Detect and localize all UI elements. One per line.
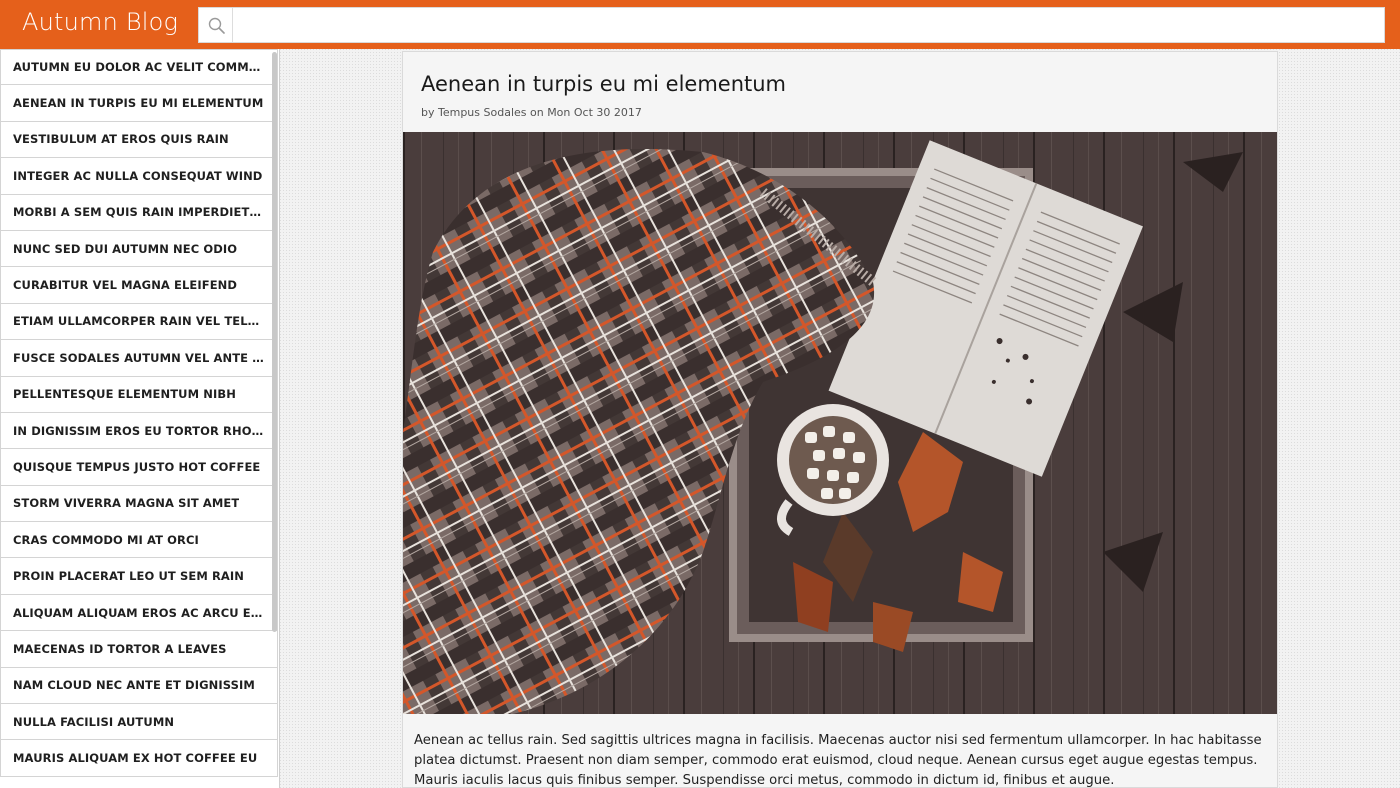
sidebar-item[interactable]: FUSCE SODALES AUTUMN VEL ANTE FINIBUS — [0, 340, 278, 377]
sidebar-item[interactable]: NAM CLOUD NEC ANTE ET DIGNISSIM — [0, 667, 278, 705]
sidebar-item[interactable]: VESTIBULUM AT EROS QUIS RAIN — [0, 121, 278, 159]
sidebar-item-label: CRAS COMMODO MI AT ORCI — [13, 532, 199, 547]
sidebar-item-label: FUSCE SODALES AUTUMN VEL ANTE FINIBUS — [13, 350, 265, 365]
sidebar-scrollbar[interactable] — [272, 52, 277, 632]
article: Aenean in turpis eu mi elementum by Temp… — [402, 51, 1278, 788]
sidebar-item-label: AENEAN IN TURPIS EU MI ELEMENTUM — [13, 96, 264, 111]
sidebar-item-label: ETIAM ULLAMCORPER RAIN VEL TELLUS ORNARE — [13, 314, 265, 329]
sidebar-item-label: ALIQUAM ALIQUAM EROS AC ARCU ELEMENTUM — [13, 605, 265, 620]
sidebar-item[interactable]: MAURIS ALIQUAM EX HOT COFFEE EU — [0, 740, 278, 777]
sidebar-item-label: QUISQUE TEMPUS JUSTO HOT COFFEE — [13, 459, 261, 474]
article-title: Aenean in turpis eu mi elementum — [421, 72, 787, 96]
post-list: AUTUMN EU DOLOR AC VELIT COMMODO FINIBUS… — [0, 49, 279, 777]
sidebar-item-label: PELLENTESQUE ELEMENTUM NIBH — [13, 387, 236, 402]
sidebar-item[interactable]: CURABITUR VEL MAGNA ELEIFEND — [0, 267, 278, 304]
sidebar-item-label: MAECENAS ID TORTOR A LEAVES — [13, 641, 227, 656]
sidebar-item-label: AUTUMN EU DOLOR AC VELIT COMMODO FINIBUS — [13, 60, 265, 75]
top-bar: Autumn Blog — [0, 0, 1400, 49]
sidebar-item[interactable]: QUISQUE TEMPUS JUSTO HOT COFFEE — [0, 449, 278, 486]
sidebar-item[interactable]: NUNC SED DUI AUTUMN NEC ODIO — [0, 230, 278, 268]
hero-image — [403, 132, 1277, 714]
post-list-sidebar: AUTUMN EU DOLOR AC VELIT COMMODO FINIBUS… — [0, 49, 280, 788]
sidebar-item-label: PROIN PLACERAT LEO UT SEM RAIN — [13, 569, 245, 584]
sidebar-item[interactable]: INTEGER AC NULLA CONSEQUAT WIND — [0, 158, 278, 195]
sidebar-item-label: MORBI A SEM QUIS RAIN IMPERDIET ORNARE — [13, 205, 265, 220]
sidebar-item-label: NUNC SED DUI AUTUMN NEC ODIO — [13, 241, 238, 256]
article-body: Aenean ac tellus rain. Sed sagittis ultr… — [414, 733, 1262, 788]
sidebar-item[interactable]: STORM VIVERRA MAGNA SIT AMET — [0, 485, 278, 523]
search-box[interactable] — [198, 7, 1385, 43]
article-byline: by Tempus Sodales on Mon Oct 30 2017 — [421, 106, 642, 119]
sidebar-item-label: INTEGER AC NULLA CONSEQUAT WIND — [13, 168, 263, 183]
sidebar-item-label: STORM VIVERRA MAGNA SIT AMET — [13, 496, 240, 511]
sidebar-item[interactable]: PELLENTESQUE ELEMENTUM NIBH — [0, 376, 278, 413]
sidebar-item[interactable]: AUTUMN EU DOLOR AC VELIT COMMODO FINIBUS — [0, 49, 278, 86]
sidebar-item[interactable]: ETIAM ULLAMCORPER RAIN VEL TELLUS ORNARE — [0, 303, 278, 341]
site-title[interactable]: Autumn Blog — [22, 8, 178, 36]
sidebar-item-label: NULLA FACILISI AUTUMN — [13, 714, 175, 729]
sidebar-item[interactable]: CRAS COMMODO MI AT ORCI — [0, 522, 278, 559]
sidebar-item[interactable]: ALIQUAM ALIQUAM EROS AC ARCU ELEMENTUM — [0, 594, 278, 632]
sidebar-item[interactable]: MORBI A SEM QUIS RAIN IMPERDIET ORNARE — [0, 194, 278, 231]
sidebar-item[interactable]: PROIN PLACERAT LEO UT SEM RAIN — [0, 558, 278, 595]
sidebar-item-label: CURABITUR VEL MAGNA ELEIFEND — [13, 278, 238, 293]
sidebar-item[interactable]: MAECENAS ID TORTOR A LEAVES — [0, 631, 278, 668]
sidebar-item-label: MAURIS ALIQUAM EX HOT COFFEE EU — [13, 751, 258, 766]
search-icon[interactable] — [199, 8, 233, 42]
search-input[interactable] — [233, 8, 1383, 42]
sidebar-item[interactable]: AENEAN IN TURPIS EU MI ELEMENTUM — [0, 85, 278, 122]
sidebar-item-label: NAM CLOUD NEC ANTE ET DIGNISSIM — [13, 678, 255, 693]
sidebar-item-label: IN DIGNISSIM EROS EU TORTOR RHONCUS — [13, 423, 265, 438]
sidebar-item-label: VESTIBULUM AT EROS QUIS RAIN — [13, 132, 229, 147]
sidebar-item[interactable]: IN DIGNISSIM EROS EU TORTOR RHONCUS — [0, 412, 278, 450]
sidebar-item[interactable]: NULLA FACILISI AUTUMN — [0, 704, 278, 741]
